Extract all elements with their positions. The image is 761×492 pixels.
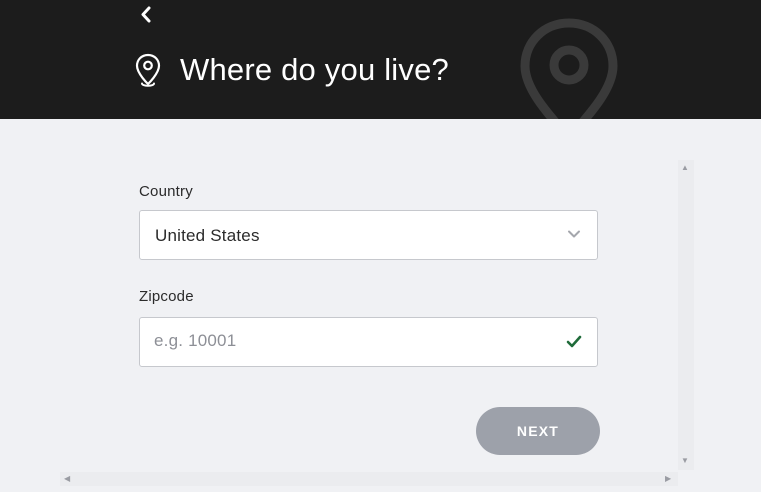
zipcode-label: Zipcode xyxy=(139,288,194,305)
chevron-left-icon xyxy=(141,6,151,23)
back-button[interactable] xyxy=(136,4,158,26)
map-pin-icon xyxy=(135,53,161,87)
scroll-left-icon[interactable]: ◀ xyxy=(64,475,70,483)
country-label: Country xyxy=(139,183,193,200)
country-selected-value: United States xyxy=(155,226,260,245)
check-icon xyxy=(566,335,582,348)
page-title: Where do you live? xyxy=(180,52,449,87)
horizontal-scrollbar[interactable] xyxy=(60,472,678,486)
zipcode-input[interactable] xyxy=(140,318,564,364)
next-button[interactable]: NEXT xyxy=(476,407,600,455)
page: Where do you live? ▲ ▼ ◀ ▶ Country Unite… xyxy=(0,0,761,492)
header: Where do you live? xyxy=(0,0,761,119)
chevron-down-icon xyxy=(568,230,580,238)
scroll-up-icon[interactable]: ▲ xyxy=(681,164,689,172)
country-select[interactable]: United States xyxy=(139,210,598,260)
background-map-pin-icon xyxy=(520,18,618,119)
vertical-scrollbar[interactable] xyxy=(678,160,694,470)
scroll-right-icon[interactable]: ▶ xyxy=(665,475,671,483)
scroll-down-icon[interactable]: ▼ xyxy=(681,457,689,465)
zipcode-field[interactable] xyxy=(139,317,598,367)
